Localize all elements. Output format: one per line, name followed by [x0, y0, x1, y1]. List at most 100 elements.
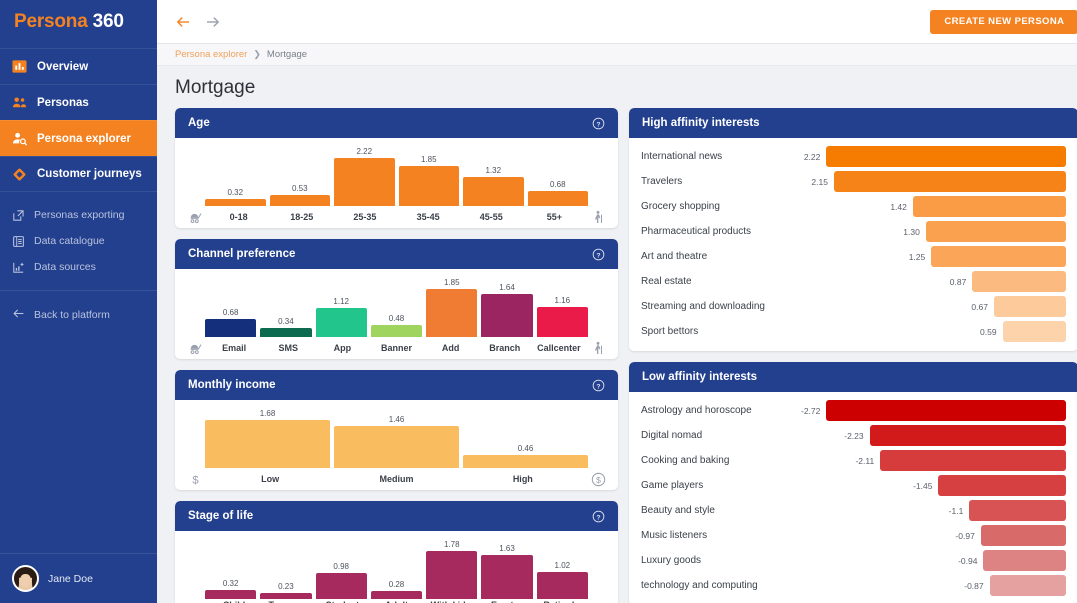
chart-bar[interactable]: [205, 319, 257, 337]
list-item[interactable]: Streaming and downloading 0.67: [641, 294, 1067, 319]
chart-bar-group[interactable]: 1.32: [463, 166, 524, 206]
affinity-bar[interactable]: [880, 450, 1067, 471]
chart-bar-group[interactable]: 1.64: [481, 283, 533, 337]
chart-bar-group[interactable]: 0.98: [315, 562, 367, 599]
chart-bar[interactable]: [426, 289, 478, 337]
chart-bar-group[interactable]: 1.16: [536, 296, 588, 337]
chart-bar[interactable]: [334, 158, 395, 206]
affinity-bar[interactable]: [826, 146, 1067, 167]
list-item[interactable]: Astrology and horoscope -2.72: [641, 398, 1067, 423]
list-item[interactable]: Art and theatre 1.25: [641, 244, 1067, 269]
chart-bar[interactable]: [536, 571, 588, 599]
affinity-bar[interactable]: [969, 500, 1067, 521]
forward-arrow-icon[interactable]: [205, 14, 221, 30]
chart-bar[interactable]: [370, 324, 423, 337]
affinity-bar[interactable]: [980, 525, 1067, 546]
chart-bar-group[interactable]: 1.02: [536, 561, 588, 599]
affinity-bar[interactable]: [1002, 321, 1067, 342]
sidebar-item-label: Overview: [37, 60, 89, 73]
chart-bar[interactable]: [315, 572, 367, 599]
chart-bar-group[interactable]: 1.85: [426, 278, 478, 337]
chart-bar[interactable]: [463, 454, 588, 468]
affinity-bar[interactable]: [983, 550, 1067, 571]
chart-bar-group[interactable]: 1.63: [481, 544, 533, 599]
list-item[interactable]: Beauty and style -1.1: [641, 498, 1067, 523]
chart-bar-group[interactable]: 0.32: [205, 188, 266, 206]
list-item[interactable]: technology and computing -0.87: [641, 573, 1067, 598]
chart-bar[interactable]: [334, 426, 459, 468]
chart-bar[interactable]: [527, 191, 588, 206]
help-circle-icon[interactable]: ?: [592, 510, 605, 523]
list-item[interactable]: Travelers 2.15: [641, 169, 1067, 194]
person-search-icon: [12, 131, 27, 146]
affinity-bar[interactable]: [989, 575, 1067, 596]
affinity-label: Grocery shopping: [641, 201, 720, 212]
chart-bar-group[interactable]: 0.32: [205, 579, 257, 599]
sidebar-item-personas[interactable]: Personas: [0, 84, 157, 120]
sidebar-back-to-platform[interactable]: Back to platform: [0, 301, 157, 329]
chart-bar[interactable]: [260, 328, 312, 337]
chart-bar-group[interactable]: 0.68: [205, 308, 257, 337]
chart-bar[interactable]: [269, 194, 330, 206]
affinity-value-label: -2.23: [844, 430, 864, 441]
chart-bar[interactable]: [536, 306, 588, 337]
chart-bar[interactable]: [370, 591, 423, 599]
affinity-bar[interactable]: [931, 246, 1067, 267]
back-arrow-icon[interactable]: [175, 14, 191, 30]
help-circle-icon[interactable]: ?: [592, 248, 605, 261]
help-circle-icon[interactable]: ?: [592, 379, 605, 392]
list-item[interactable]: Digital nomad -2.23: [641, 423, 1067, 448]
chart-bar[interactable]: [205, 420, 330, 468]
chart-bar-group[interactable]: 2.22: [334, 147, 395, 206]
chart-bar-group[interactable]: 1.12: [315, 297, 367, 337]
affinity-label: Real estate: [641, 276, 692, 287]
sidebar-item-customer-journeys[interactable]: Customer journeys: [0, 156, 157, 192]
affinity-bar[interactable]: [869, 425, 1067, 446]
help-circle-icon[interactable]: ?: [592, 117, 605, 130]
affinity-bar[interactable]: [972, 271, 1067, 292]
list-item[interactable]: Grocery shopping 1.42: [641, 194, 1067, 219]
chart-bar-group[interactable]: 0.23: [260, 582, 312, 599]
affinity-bar[interactable]: [826, 400, 1067, 421]
affinity-bar[interactable]: [925, 221, 1067, 242]
chart-bar[interactable]: [205, 199, 266, 206]
list-item[interactable]: Sport bettors 0.59: [641, 319, 1067, 344]
chart-bar-group[interactable]: 0.34: [260, 317, 312, 337]
affinity-bar[interactable]: [938, 475, 1067, 496]
chart-bar[interactable]: [398, 166, 459, 206]
list-item[interactable]: Real estate 0.87: [641, 269, 1067, 294]
affinity-bar[interactable]: [912, 196, 1067, 217]
chart-bar-group[interactable]: 0.46: [463, 444, 588, 468]
list-item[interactable]: International news 2.22: [641, 144, 1067, 169]
sidebar-item-data-sources[interactable]: Data sources: [0, 254, 157, 280]
breadcrumb-parent-link[interactable]: Persona explorer: [175, 49, 247, 60]
chart-bar-group[interactable]: 1.78: [426, 540, 478, 599]
list-item[interactable]: Game players -1.45: [641, 473, 1067, 498]
list-item[interactable]: Music listeners -0.97: [641, 523, 1067, 548]
chart-bar[interactable]: [463, 177, 524, 206]
list-item[interactable]: Cooking and baking -2.11: [641, 448, 1067, 473]
chart-bar-group[interactable]: 0.48: [370, 314, 423, 337]
chart-bar-group[interactable]: 1.46: [334, 415, 459, 468]
chart-bar[interactable]: [426, 551, 478, 599]
chart-bar-group[interactable]: 1.85: [398, 155, 459, 206]
chart-bar-group[interactable]: 0.53: [269, 184, 330, 206]
chart-bar[interactable]: [481, 555, 533, 599]
list-item[interactable]: Luxury goods -0.94: [641, 548, 1067, 573]
sidebar-item-overview[interactable]: Overview: [0, 48, 157, 84]
chart-bar[interactable]: [315, 307, 367, 337]
sidebar-item-persona-explorer[interactable]: Persona explorer: [0, 120, 157, 156]
chart-bar[interactable]: [481, 294, 533, 337]
chart-bar-group[interactable]: 1.68: [205, 409, 330, 468]
affinity-bar[interactable]: [833, 171, 1067, 192]
chart-bar-group[interactable]: 0.28: [370, 580, 423, 599]
sidebar-item-personas-exporting[interactable]: Personas exporting: [0, 202, 157, 228]
affinity-bar[interactable]: [993, 296, 1067, 317]
sidebar-item-data-catalogue[interactable]: Data catalogue: [0, 228, 157, 254]
chart-bar-group[interactable]: 0.68: [527, 180, 588, 206]
sidebar-user-profile[interactable]: Jane Doe: [0, 553, 157, 603]
create-new-persona-button[interactable]: CREATE NEW PERSONA: [930, 9, 1077, 34]
affinity-label: Streaming and downloading: [641, 301, 765, 312]
chart-bar[interactable]: [205, 590, 257, 599]
list-item[interactable]: Pharmaceutical products 1.30: [641, 219, 1067, 244]
